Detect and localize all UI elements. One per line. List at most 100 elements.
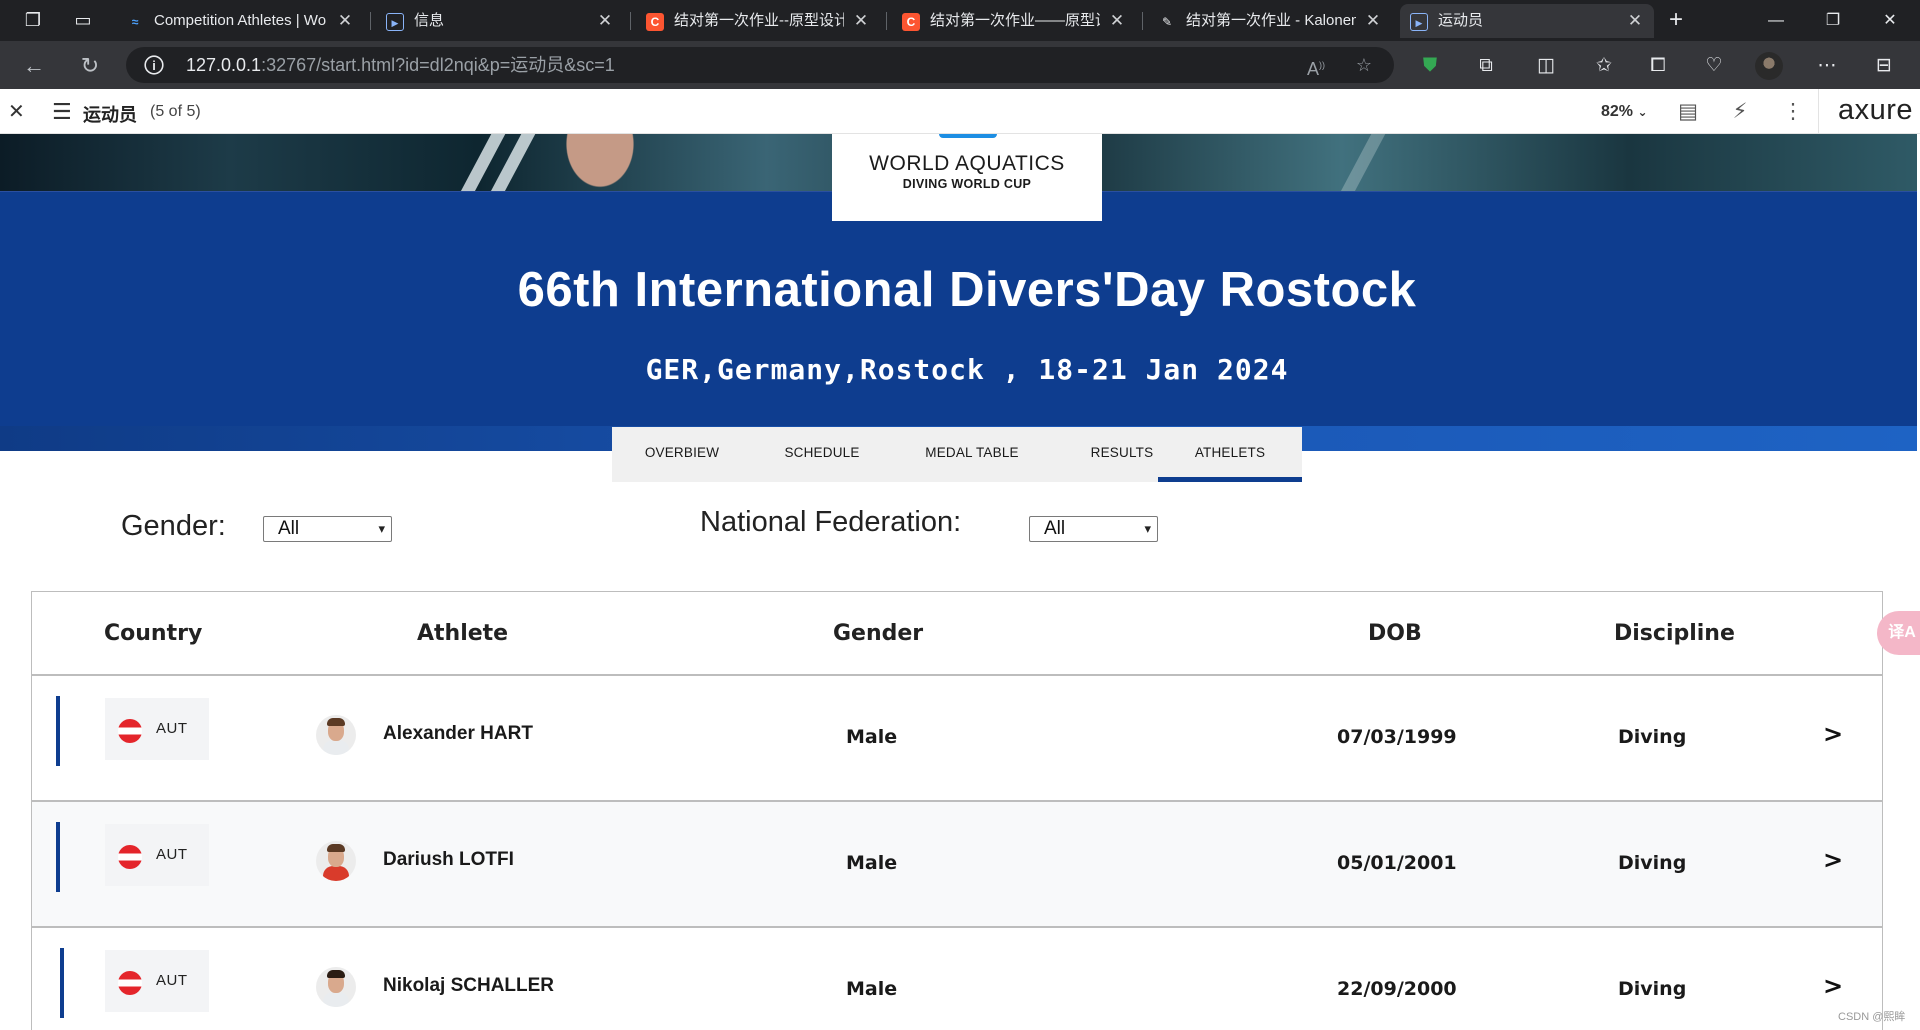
tab-divider <box>630 12 631 30</box>
country-badge: AUT <box>105 698 209 760</box>
country-code: AUT <box>156 720 188 737</box>
tab-medal-table[interactable]: MEDAL TABLE <box>897 427 1047 482</box>
federation-select[interactable]: All ▾ <box>1029 516 1158 542</box>
url-input[interactable]: i 127.0.0.1:32767/start.html?id=dl2nqi&p… <box>126 47 1394 83</box>
tab-schedule[interactable]: SCHEDULE <box>752 427 892 482</box>
browser-tab-title: 运动员 <box>1438 12 1484 29</box>
address-bar-row: ← ↻ i 127.0.0.1:32767/start.html?id=dl2n… <box>0 41 1920 89</box>
row-accent-bar <box>60 948 64 1018</box>
hamburger-menu-icon[interactable]: ☰ <box>52 99 72 125</box>
browser-tab[interactable]: ≈ Competition Athletes | Wo ✕ <box>116 4 364 38</box>
chevron-right-icon[interactable]: > <box>1823 972 1843 1000</box>
country-code: AUT <box>156 846 188 863</box>
close-icon[interactable]: ✕ <box>8 99 25 124</box>
minimize-icon[interactable]: — <box>1746 0 1806 41</box>
browser-essentials-icon[interactable]: ♡ <box>1700 53 1728 79</box>
tab-divider <box>886 12 887 30</box>
workspaces-icon[interactable]: ❐ <box>20 8 46 32</box>
chevron-down-icon: ▾ <box>1144 521 1151 536</box>
gender-select[interactable]: All ▾ <box>263 516 392 542</box>
csdn-favicon-icon: C <box>902 13 920 31</box>
close-window-icon[interactable]: ✕ <box>1860 0 1920 41</box>
translate-float-button[interactable]: 译A <box>1877 611 1920 655</box>
athlete-name[interactable]: Nikolaj SCHALLER <box>383 975 554 997</box>
close-tab-icon[interactable]: ✕ <box>852 4 870 38</box>
browser-tab-active[interactable]: ▶ 运动员 ✕ <box>1400 4 1654 38</box>
athlete-name[interactable]: Alexander HART <box>383 723 533 745</box>
browser-tab-title: 信息 <box>414 12 445 29</box>
collections-icon[interactable]: ⧠ <box>1644 53 1672 79</box>
page-count: (5 of 5) <box>150 103 201 120</box>
close-tab-icon[interactable]: ✕ <box>1364 4 1382 38</box>
extensions-icon[interactable]: ⧉ <box>1472 53 1500 79</box>
notes-icon[interactable]: ▤ <box>1674 99 1702 124</box>
restore-icon[interactable]: ❐ <box>1803 0 1863 41</box>
more-options-icon[interactable]: ⋮ <box>1779 99 1807 124</box>
favorite-star-icon[interactable]: ☆ <box>1351 53 1377 77</box>
axure-toolbar: ✕ ☰ 运动员 (5 of 5) 82% ⌄ ▤ ⚡ ⋮ axure <box>0 89 1920 134</box>
country-badge: AUT <box>105 824 209 886</box>
world-aquatics-logo: WORLD AQUATICS DIVING WORLD CUP <box>832 134 1102 221</box>
tab-overview[interactable]: OVERBIEW <box>612 427 752 482</box>
interactions-icon[interactable]: ⚡ <box>1726 99 1754 124</box>
browser-tab-title: 结对第一次作业 - Kalonem <box>1186 12 1356 29</box>
chevron-right-icon[interactable]: > <box>1823 720 1843 748</box>
axure-logo: axure <box>1838 94 1914 126</box>
event-subtitle: GER,Germany,Rostock , 18-21 Jan 2024 <box>645 353 1289 386</box>
refresh-icon[interactable]: ↻ <box>76 52 104 80</box>
site-info-icon[interactable]: i <box>144 55 164 75</box>
column-header-discipline: Discipline <box>1614 621 1735 646</box>
world-aquatics-favicon-icon: ≈ <box>131 15 139 29</box>
split-screen-icon[interactable]: ◫ <box>1532 53 1560 79</box>
profile-avatar[interactable] <box>1755 52 1783 80</box>
new-tab-icon[interactable]: + <box>1663 8 1689 32</box>
table-row[interactable]: AUT Nikolaj SCHALLER Male 22/09/2000 Div… <box>32 928 1882 1030</box>
close-tab-icon[interactable]: ✕ <box>596 4 614 38</box>
hero-banner <box>0 191 1917 451</box>
athlete-name[interactable]: Dariush LOTFI <box>383 849 514 871</box>
browser-tab[interactable]: C 结对第一次作业——原型设 ✕ <box>892 4 1136 38</box>
austria-flag-icon <box>118 845 142 869</box>
close-tab-icon[interactable]: ✕ <box>1626 4 1644 38</box>
chevron-right-icon[interactable]: > <box>1823 846 1843 874</box>
axure-favicon-icon: ▶ <box>386 13 404 31</box>
athlete-discipline: Diving <box>1618 726 1687 748</box>
chevron-down-icon: ▾ <box>378 521 385 536</box>
read-aloud-icon[interactable]: A)) <box>1303 53 1329 79</box>
browser-tab[interactable]: ▶ 信息 ✕ <box>376 4 624 38</box>
csdn-favicon-icon: C <box>646 13 664 31</box>
browser-tab[interactable]: ✎ 结对第一次作业 - Kalonem ✕ <box>1148 4 1392 38</box>
row-accent-bar <box>56 822 60 892</box>
column-header-athlete: Athlete <box>417 621 509 646</box>
tab-athletes[interactable]: ATHELETS <box>1158 427 1302 482</box>
athlete-dob: 22/09/2000 <box>1337 978 1457 1000</box>
prototype-page: WORLD AQUATICS DIVING WORLD CUP 66th Int… <box>0 134 1920 1030</box>
tab-divider <box>370 12 371 30</box>
back-icon[interactable]: ← <box>20 52 48 80</box>
close-tab-icon[interactable]: ✕ <box>336 4 354 38</box>
browser-tab[interactable]: C 结对第一次作业--原型设计 ✕ <box>636 4 880 38</box>
table-row[interactable]: AUT Dariush LOTFI Male 05/01/2001 Diving… <box>32 802 1882 928</box>
sidebar-toggle-icon[interactable]: ⊟ <box>1870 53 1898 79</box>
table-row[interactable]: AUT Alexander HART Male 07/03/1999 Divin… <box>32 676 1882 802</box>
close-tab-icon[interactable]: ✕ <box>1108 4 1126 38</box>
gender-filter-label: Gender: <box>121 510 226 542</box>
athlete-avatar <box>316 967 356 1007</box>
shield-extension-icon[interactable]: ⛊ <box>1416 53 1444 79</box>
more-menu-icon[interactable]: ⋯ <box>1813 53 1841 79</box>
athlete-avatar <box>316 841 356 881</box>
watermark: CSDN @熙眸 <box>1838 1011 1906 1023</box>
austria-flag-icon <box>118 719 142 743</box>
row-accent-bar <box>56 696 60 766</box>
browser-tab-strip: ❐ ▭ ≈ Competition Athletes | Wo ✕ ▶ 信息 ✕… <box>0 0 1920 41</box>
zoom-select[interactable]: 82% ⌄ <box>1601 103 1648 121</box>
browser-tab-title: 结对第一次作业--原型设计 <box>674 12 844 29</box>
url-text: 127.0.0.1:32767/start.html?id=dl2nqi&p=运… <box>186 55 615 75</box>
athlete-discipline: Diving <box>1618 852 1687 874</box>
browser-tab-title: Competition Athletes | Wo <box>154 12 327 29</box>
chevron-down-icon: ⌄ <box>1637 105 1648 119</box>
cnblogs-favicon-icon: ✎ <box>1161 15 1173 29</box>
logo-title: WORLD AQUATICS <box>869 152 1065 175</box>
tab-actions-icon[interactable]: ▭ <box>70 8 96 32</box>
favorites-icon[interactable]: ✩ <box>1590 53 1618 79</box>
